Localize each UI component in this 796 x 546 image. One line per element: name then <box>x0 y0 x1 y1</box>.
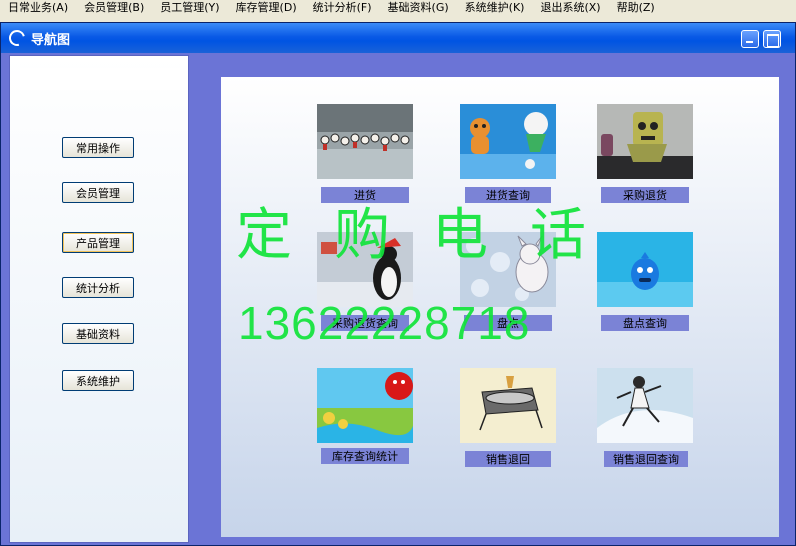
inventory-statistics-caption: 库存查询统计 <box>321 448 409 464</box>
sidebar-header <box>20 68 180 90</box>
tile-purchase-return[interactable]: 采购退货 <box>597 104 693 203</box>
inventory-check-query-image <box>597 232 693 307</box>
member-management-button[interactable]: 会员管理 <box>62 182 134 203</box>
window-title: 导航图 <box>31 32 71 48</box>
purchase-image <box>317 104 413 179</box>
tile-inventory-statistics[interactable]: 库存查询统计 <box>317 368 413 464</box>
menubar: 日常业务(A) 会员管理(B) 员工管理(Y) 库存管理(D) 统计分析(F) … <box>0 0 796 16</box>
tile-sales-return[interactable]: 销售退回 <box>460 368 556 467</box>
system-maintenance-button[interactable]: 系统维护 <box>62 370 134 391</box>
tile-purchase-query[interactable]: 进货查询 <box>460 104 556 203</box>
app-icon <box>6 27 28 49</box>
sales-return-image <box>460 368 556 443</box>
inventory-check-caption: 盘点 <box>464 315 552 331</box>
purchase-query-caption: 进货查询 <box>465 187 551 203</box>
menu-inventory-management[interactable]: 库存管理(D) <box>228 0 305 16</box>
purchase-caption: 进货 <box>321 187 409 203</box>
tile-inventory-check[interactable]: 盘点 <box>460 232 556 331</box>
tile-purchase[interactable]: 进货 <box>317 104 413 203</box>
tile-sales-return-query[interactable]: 销售退回查询 <box>597 368 693 467</box>
sales-return-query-caption: 销售退回查询 <box>604 451 688 467</box>
purchase-return-caption: 采购退货 <box>601 187 689 203</box>
minimize-button[interactable] <box>741 30 759 48</box>
statistics-button[interactable]: 统计分析 <box>62 277 134 298</box>
window-body: 常用操作 会员管理 产品管理 统计分析 基础资料 系统维护 进货 进货查询 采购… <box>1 53 795 545</box>
product-management-button[interactable]: 产品管理 <box>62 232 134 253</box>
title-bar[interactable]: 导航图 <box>1 23 795 53</box>
purchase-return-query-caption: 采购退货查询 <box>321 315 409 331</box>
menu-system-maintenance[interactable]: 系统维护(K) <box>457 0 533 16</box>
sales-return-query-image <box>597 368 693 443</box>
inventory-check-image <box>460 232 556 307</box>
navigation-panel: 进货 进货查询 采购退货 采购退货查询 盘点 盘点查询 库存查询统计 销售退回 … <box>221 77 779 537</box>
purchase-return-query-image <box>317 232 413 307</box>
menu-basic-data[interactable]: 基础资料(G) <box>380 0 457 16</box>
navigation-window: 导航图 常用操作 会员管理 产品管理 统计分析 基础资料 系统维护 进货 进货查… <box>0 22 796 546</box>
sidebar-panel: 常用操作 会员管理 产品管理 统计分析 基础资料 系统维护 <box>9 55 189 543</box>
purchase-return-image <box>597 104 693 179</box>
basic-data-button[interactable]: 基础资料 <box>62 323 134 344</box>
sales-return-caption: 销售退回 <box>465 451 551 467</box>
inventory-statistics-image <box>317 368 413 443</box>
maximize-button[interactable] <box>763 30 781 48</box>
menu-daily-business[interactable]: 日常业务(A) <box>0 0 76 16</box>
inventory-check-query-caption: 盘点查询 <box>601 315 689 331</box>
menu-statistics[interactable]: 统计分析(F) <box>305 0 380 16</box>
tile-inventory-check-query[interactable]: 盘点查询 <box>597 232 693 331</box>
common-operations-button[interactable]: 常用操作 <box>62 137 134 158</box>
menu-exit-system[interactable]: 退出系统(X) <box>532 0 608 16</box>
menu-help[interactable]: 帮助(Z) <box>609 0 663 16</box>
tile-purchase-return-query[interactable]: 采购退货查询 <box>317 232 413 331</box>
purchase-query-image <box>460 104 556 179</box>
menu-employee-management[interactable]: 员工管理(Y) <box>152 0 227 16</box>
menu-member-management[interactable]: 会员管理(B) <box>76 0 152 16</box>
